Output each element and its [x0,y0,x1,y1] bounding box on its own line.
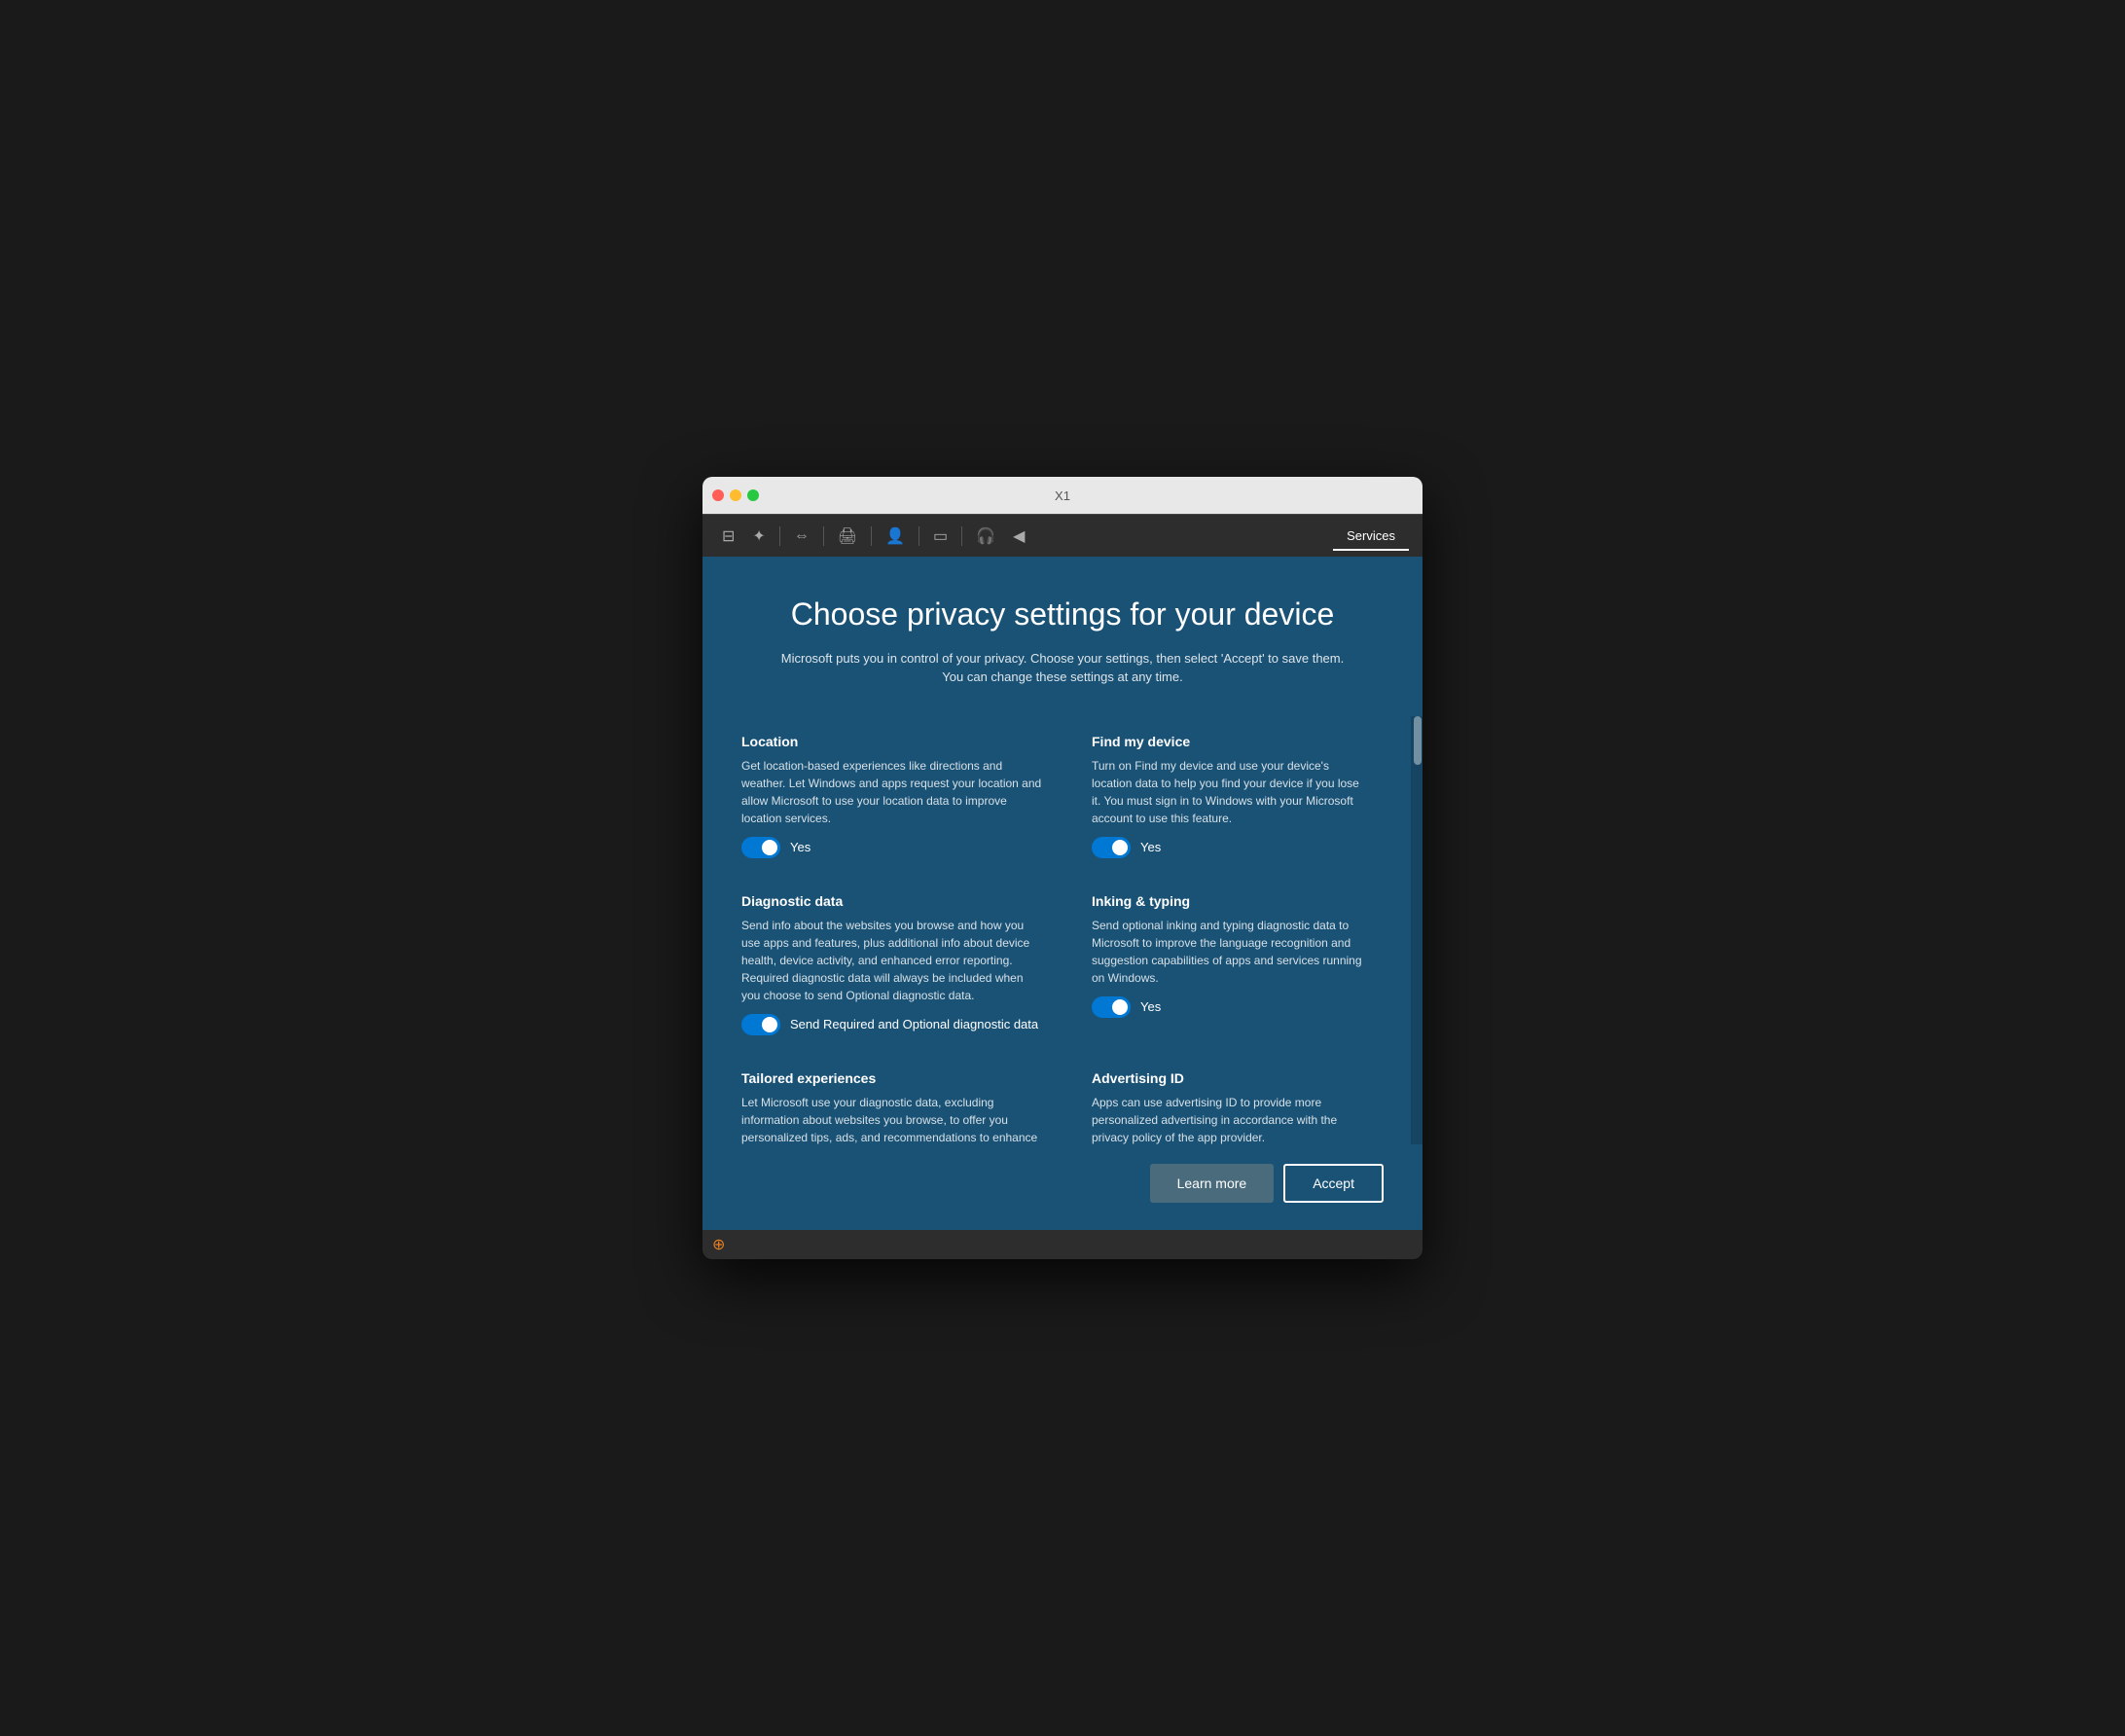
find-my-device-desc: Turn on Find my device and use your devi… [1092,757,1364,827]
inking-typing-setting: Inking & typing Send optional inking and… [1062,876,1384,1053]
diagnostic-data-toggle-label: Send Required and Optional diagnostic da… [790,1017,1038,1031]
print-icon[interactable]: 🖨 [832,523,863,550]
window-title: X1 [1055,488,1070,503]
tailored-experiences-setting: Tailored experiences Let Microsoft use y… [741,1053,1062,1144]
back-icon[interactable]: ◀ [1007,523,1030,550]
tailored-experiences-desc: Let Microsoft use your diagnostic data, … [741,1094,1043,1144]
main-content: Choose privacy settings for your device … [702,557,1423,1229]
toolbar-divider-1 [779,526,780,546]
toolbar-divider-2 [823,526,824,546]
diagnostic-data-title: Diagnostic data [741,893,1043,909]
bottom-area: Learn more Accept [702,1144,1423,1230]
tailored-experiences-title: Tailored experiences [741,1070,1043,1086]
inking-typing-toggle-row: Yes [1092,996,1364,1018]
advertising-id-setting: Advertising ID Apps can use advertising … [1062,1053,1384,1144]
find-my-device-toggle-row: Yes [1092,837,1364,858]
page-title: Choose privacy settings for your device [761,596,1364,633]
learn-more-button[interactable]: Learn more [1150,1164,1275,1203]
app-window: X1 ⊟ ✦ ⇔ 🖨 👤 ▭ 🎧 ◀ Services Choose priva… [702,477,1423,1258]
user-icon[interactable]: 👤 [880,523,911,550]
location-title: Location [741,734,1043,749]
find-my-device-toggle-label: Yes [1140,840,1161,854]
page-subtitle: Microsoft puts you in control of your pr… [771,649,1354,687]
display-icon[interactable]: ▭ [927,523,954,550]
headphones-icon[interactable]: 🎧 [970,523,1001,550]
inking-typing-toggle-label: Yes [1140,999,1161,1014]
diagnostic-data-toggle-row: Send Required and Optional diagnostic da… [741,1014,1043,1035]
title-bar: X1 [702,477,1423,514]
diagnostic-data-setting: Diagnostic data Send info about the webs… [741,876,1062,1053]
navigation-icon[interactable]: ⇔ [788,524,815,549]
diagnostic-data-desc: Send info about the websites you browse … [741,917,1043,1004]
inking-typing-toggle[interactable] [1092,996,1131,1018]
location-toggle[interactable] [741,837,780,858]
status-bar: ⊕ [702,1230,1423,1259]
location-setting: Location Get location-based experiences … [741,716,1062,876]
find-my-device-title: Find my device [1092,734,1364,749]
scroll-thumb[interactable] [1414,716,1422,765]
settings-grid: Location Get location-based experiences … [702,716,1423,1144]
header-section: Choose privacy settings for your device … [702,557,1423,715]
find-my-device-toggle[interactable] [1092,837,1131,858]
scroll-track[interactable] [1411,716,1423,1144]
services-tab[interactable]: Services [1333,521,1409,551]
location-toggle-label: Yes [790,840,810,854]
advertising-id-title: Advertising ID [1092,1070,1364,1086]
diagnostic-data-toggle[interactable] [741,1014,780,1035]
advertising-id-desc: Apps can use advertising ID to provide m… [1092,1094,1364,1144]
settings-icon[interactable]: ✦ [746,523,771,550]
sidebar-toggle-icon[interactable]: ⊟ [716,523,740,550]
toolbar: ⊟ ✦ ⇔ 🖨 👤 ▭ 🎧 ◀ Services [702,514,1423,557]
traffic-lights [712,489,759,501]
location-desc: Get location-based experiences like dire… [741,757,1043,827]
close-button[interactable] [712,489,724,501]
maximize-button[interactable] [747,489,759,501]
inking-typing-desc: Send optional inking and typing diagnost… [1092,917,1364,987]
minimize-button[interactable] [730,489,741,501]
inking-typing-title: Inking & typing [1092,893,1364,909]
toolbar-divider-5 [961,526,962,546]
location-toggle-row: Yes [741,837,1043,858]
toolbar-divider-3 [871,526,872,546]
find-my-device-setting: Find my device Turn on Find my device an… [1062,716,1384,876]
accept-button[interactable]: Accept [1283,1164,1384,1203]
status-icon: ⊕ [712,1235,725,1254]
toolbar-divider-4 [918,526,919,546]
